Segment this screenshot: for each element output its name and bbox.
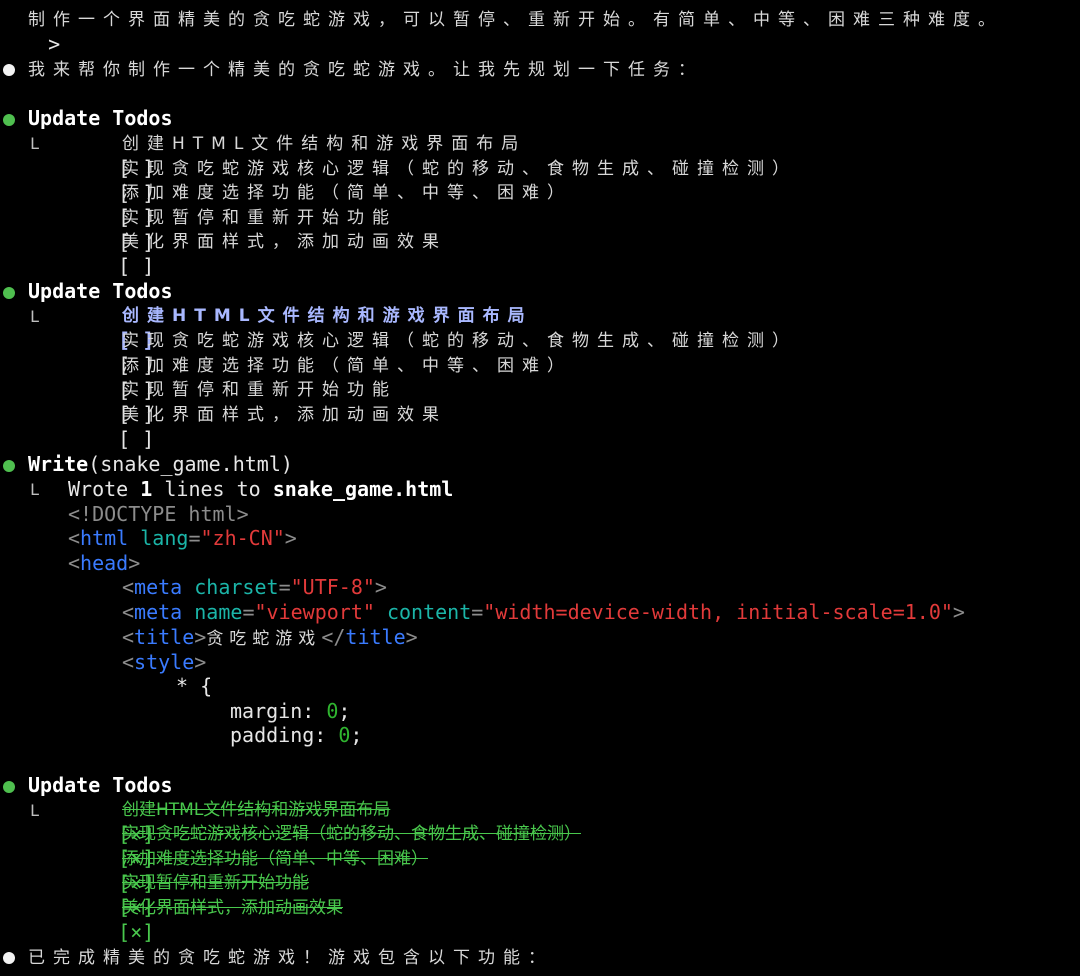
code-css-prop: margin: [230, 699, 315, 723]
code-css-value: 0 [338, 723, 351, 747]
code-string: "zh-CN" [200, 526, 285, 550]
todo-checked-icon: [×] [118, 920, 155, 944]
code-string: "UTF-8" [290, 575, 375, 599]
branch-icon: L [30, 480, 40, 499]
write-result-line: Wrote 1 lines to snake_game.html [68, 477, 453, 501]
code-css-value: 0 [326, 699, 339, 723]
terminal-window: > 制作一个界面精美的贪吃蛇游戏，可以暂停、重新开始。有简单、中等、困难三种难度… [0, 0, 1080, 976]
code-meta-viewport: <meta name="viewport" content="width=dev… [122, 600, 965, 624]
todo-checkbox-icon: [ ] [118, 427, 155, 451]
todo-label-done-text: 添加难度选择功能（简单、中等、困难） [122, 849, 428, 869]
write-result-prefix: Wrote [68, 477, 129, 501]
write-tool-name: Write [28, 452, 89, 476]
todo-label-done: 美化界面样式，添加动画效果 [122, 896, 343, 920]
todo-label-done: 实现暂停和重新开始功能 [122, 871, 309, 895]
tool-status-dot-icon [3, 460, 15, 472]
write-tool-header: Write(snake_game.html) [28, 452, 293, 476]
branch-icon: L [30, 801, 40, 820]
code-tag: style [134, 650, 195, 674]
code-attr: lang [140, 526, 189, 550]
todo-label-done: 实现贪吃蛇游戏核心逻辑（蛇的移动、食物生成、碰撞检测） [122, 822, 581, 846]
code-tag: title [345, 625, 406, 649]
code-tag: html [80, 526, 129, 550]
prompt-symbol: > [48, 32, 61, 56]
todos-3-title: Update Todos [28, 773, 173, 797]
todo-label: 添加难度选择功能（简单、中等、困难） [122, 183, 572, 203]
todos-2-title: Update Todos [28, 279, 173, 303]
code-css-selector: * { [176, 674, 213, 698]
tool-status-dot-icon [3, 114, 15, 126]
assistant-intro-text: 我来帮你制作一个精美的贪吃蛇游戏。让我先规划一下任务： [28, 60, 703, 80]
code-title: <title>贪吃蛇游戏</title> [122, 625, 418, 649]
todo-label: 实现贪吃蛇游戏核心逻辑（蛇的移动、食物生成、碰撞检测） [122, 159, 797, 179]
code-attr: charset [194, 575, 279, 599]
todo-label-done-text: 美化界面样式，添加动画效果 [122, 898, 343, 918]
write-result-count: 1 [140, 477, 153, 501]
code-tag: title [134, 625, 195, 649]
code-string: "width=device-width, initial-scale=1.0" [483, 600, 953, 624]
bullet-dot-icon [3, 952, 15, 964]
code-attr: name [194, 600, 243, 624]
assistant-final-text: 已完成精美的贪吃蛇游戏！游戏包含以下功能： [28, 948, 553, 968]
write-result-file: snake_game.html [272, 477, 454, 501]
write-tool-arg: (snake_game.html) [88, 452, 293, 476]
bullet-dot-icon [3, 64, 15, 76]
code-style-open: <style> [122, 650, 207, 674]
code-css-margin: margin: 0; [230, 699, 351, 723]
tool-status-dot-icon [3, 287, 15, 299]
write-result-middle: lines to [164, 477, 261, 501]
todo-label: 实现暂停和重新开始功能 [122, 208, 397, 228]
todo-label: 实现暂停和重新开始功能 [122, 380, 397, 400]
todo-label: 创建HTML文件结构和游戏界面布局 [122, 134, 527, 154]
code-meta-charset: <meta charset="UTF-8"> [122, 575, 387, 599]
todo-label: 美化界面样式，添加动画效果 [122, 232, 447, 252]
code-css-prop: padding: [230, 723, 327, 747]
todo-label-done: 添加难度选择功能（简单、中等、困难） [122, 847, 428, 871]
todos-1-title: Update Todos [28, 106, 173, 130]
code-html-open: <html lang="zh-CN"> [68, 526, 297, 550]
todo-label-active: 创建HTML文件结构和游戏界面布局 [122, 306, 533, 326]
code-css-padding: padding: 0; [230, 723, 363, 747]
code-doctype: <!DOCTYPE html> [68, 502, 249, 526]
todo-label-done-text: 实现暂停和重新开始功能 [122, 873, 309, 893]
todo-label: 实现贪吃蛇游戏核心逻辑（蛇的移动、食物生成、碰撞检测） [122, 331, 797, 351]
todo-label-done-text: 实现贪吃蛇游戏核心逻辑（蛇的移动、食物生成、碰撞检测） [122, 824, 581, 844]
todo-label: 美化界面样式，添加动画效果 [122, 405, 447, 425]
todo-label-done: 创建HTML文件结构和游戏界面布局 [122, 798, 390, 822]
todo-checkbox-icon: [ ] [118, 254, 155, 278]
code-title-text: 贪吃蛇游戏 [206, 629, 322, 649]
code-tag: head [80, 551, 129, 575]
code-string: "viewport" [254, 600, 375, 624]
code-head-open: <head> [68, 551, 141, 575]
tool-status-dot-icon [3, 781, 15, 793]
user-prompt-text: 制作一个界面精美的贪吃蛇游戏，可以暂停、重新开始。有简单、中等、困难三种难度。 [28, 10, 1003, 30]
code-tag: meta [134, 575, 183, 599]
todo-label-done-text: 创建HTML文件结构和游戏界面布局 [122, 800, 391, 820]
code-attr: content [386, 600, 472, 624]
branch-icon: L [30, 134, 40, 153]
todo-label: 添加难度选择功能（简单、中等、困难） [122, 356, 572, 376]
code-tag: meta [134, 600, 183, 624]
branch-icon: L [30, 307, 40, 326]
